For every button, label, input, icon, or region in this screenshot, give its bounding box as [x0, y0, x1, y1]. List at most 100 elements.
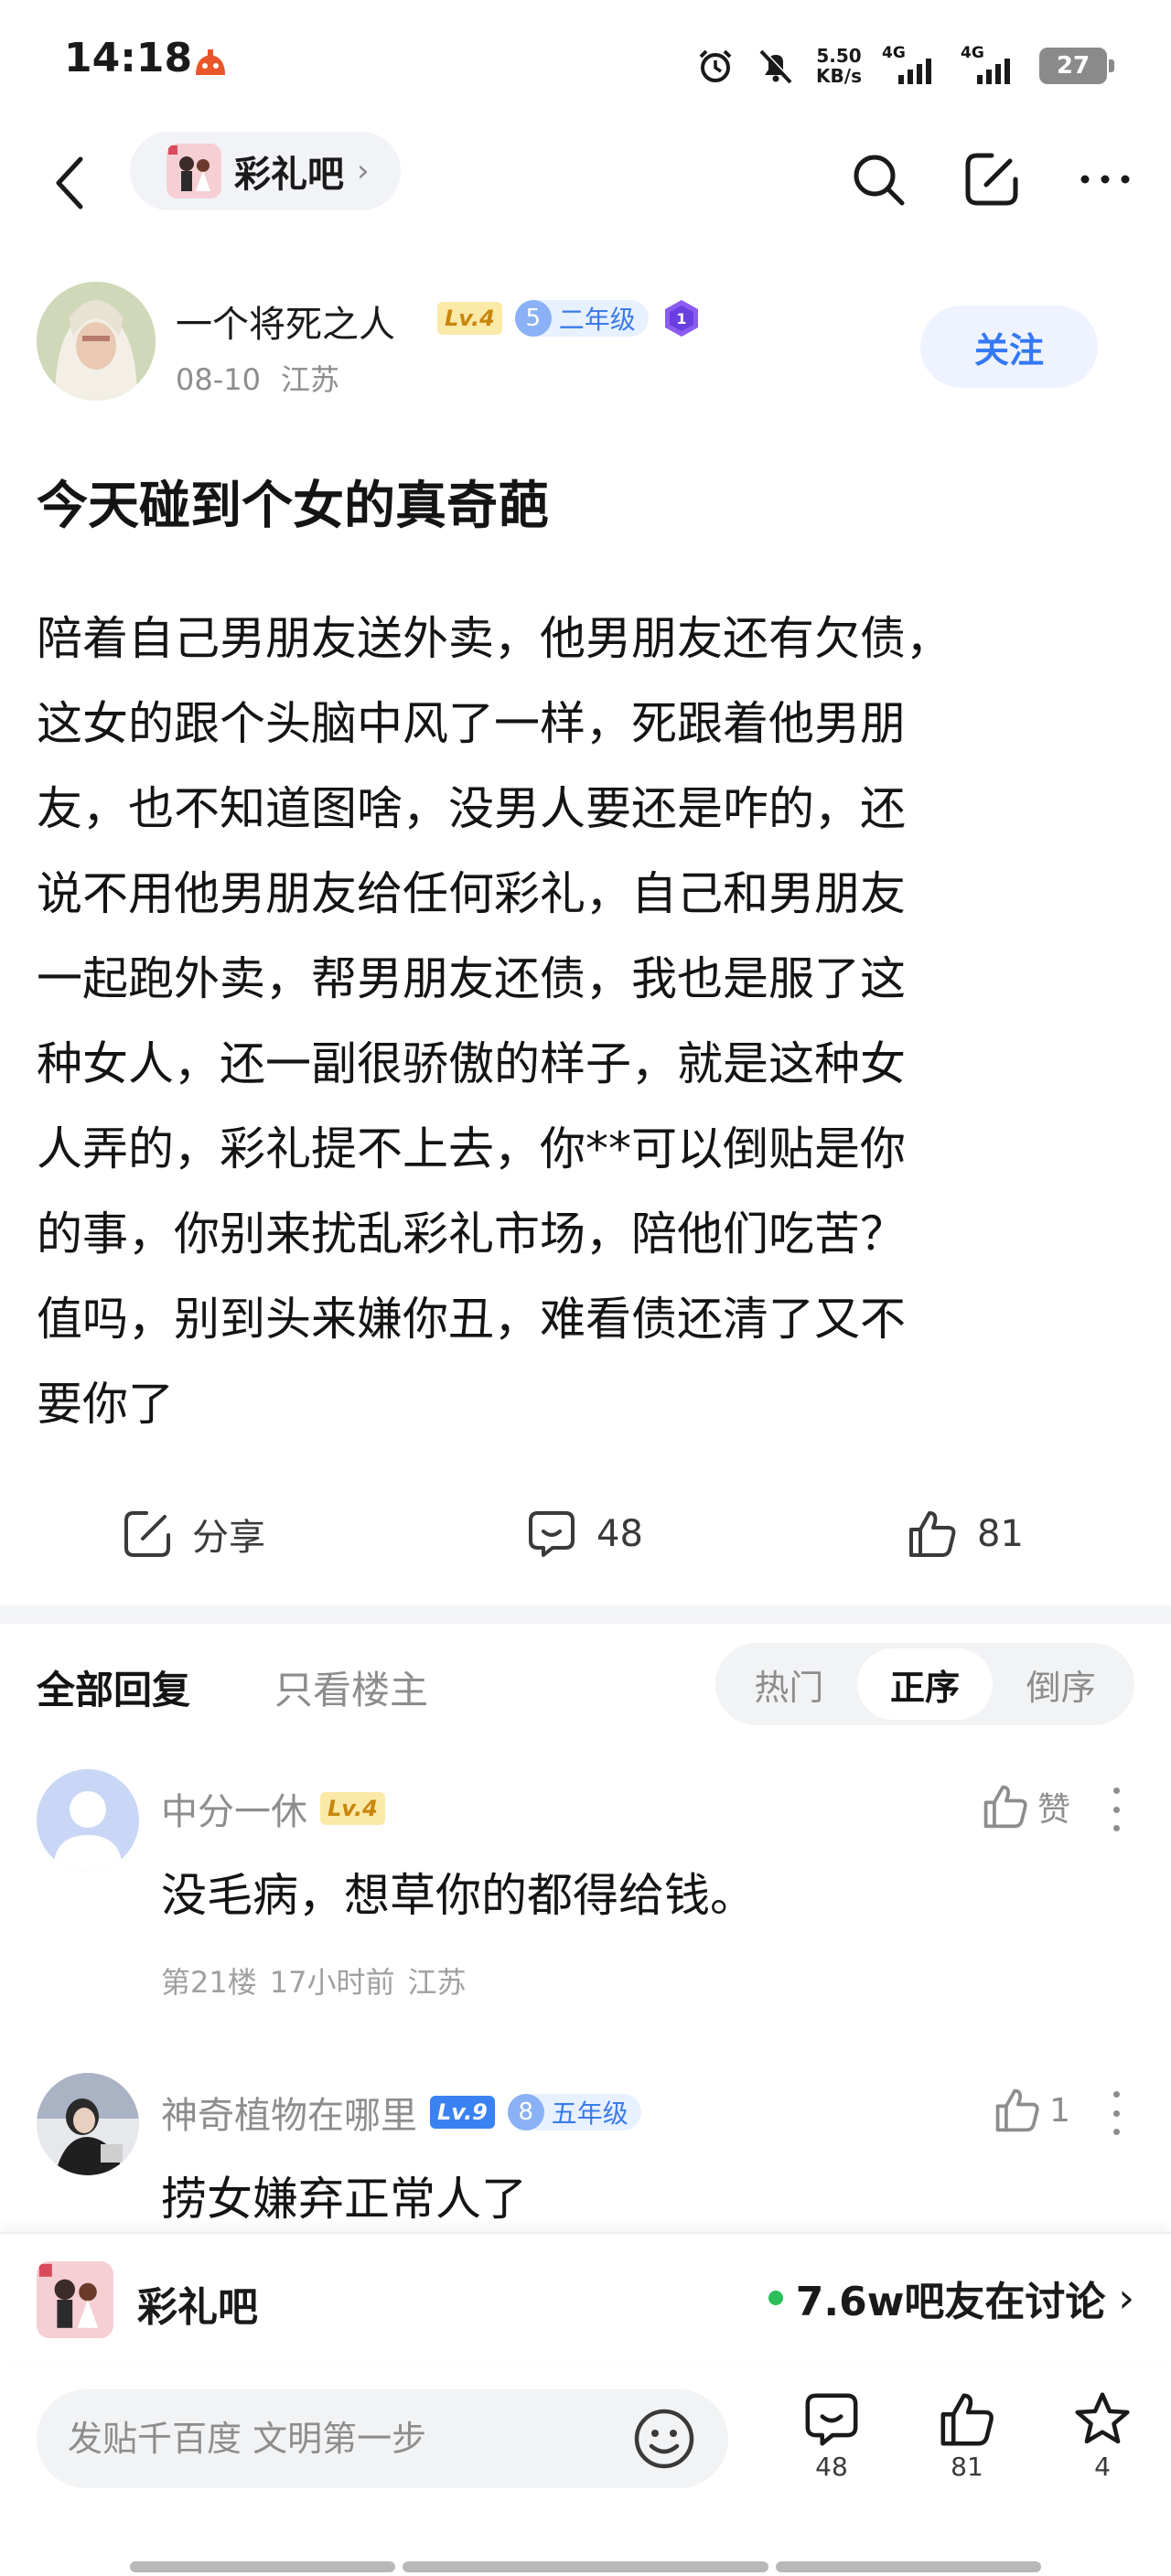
- more-button[interactable]: [1076, 150, 1134, 209]
- medal-icon: 1: [664, 300, 698, 337]
- post-title: 今天碰到个女的真奇葩: [37, 477, 549, 536]
- avatar[interactable]: [37, 2073, 139, 2175]
- author-avatar[interactable]: [37, 282, 156, 401]
- home-indicator: [403, 2561, 768, 2572]
- signal-icon-2: 4G: [961, 44, 1019, 84]
- forum-thumbnail: [37, 2261, 113, 2338]
- reply-tabs: 全部回复 只看楼主 热门 正序 倒序: [0, 1637, 1171, 1729]
- like-button[interactable]: 81: [906, 1493, 1024, 1575]
- comment-text: 捞女嫌弃正常人了: [161, 2173, 527, 2226]
- post-body: 陪着自己男朋友送外卖，他男朋友还有欠债， 这女的跟个头脑中风了一样，死跟着他男朋…: [37, 596, 1144, 1447]
- mute-icon: [759, 48, 793, 84]
- post-body-line: 陪着自己男朋友送外卖，他男朋友还有欠债，: [37, 612, 951, 665]
- comment-like-button[interactable]: 1: [993, 2086, 1070, 2135]
- thumbs-up-icon: [995, 2088, 1039, 2132]
- level-badge: Lv.9: [430, 2096, 495, 2129]
- level-badge: Lv.4: [320, 1792, 385, 1825]
- post-body-line: 的事，你别来扰乱彩礼市场，陪他们吃苦？: [37, 1208, 906, 1261]
- share-label: 分享: [192, 1517, 265, 1559]
- comment-icon: [529, 1511, 575, 1557]
- post-location: 江苏: [280, 362, 339, 397]
- online-dot-icon: [768, 2291, 783, 2305]
- post-body-line: 种女人，还一副很骄傲的样子，就是这种女: [37, 1037, 906, 1090]
- comment-meta: 第21楼 17小时前 江苏: [161, 1965, 467, 2000]
- comment-button[interactable]: 48: [525, 1493, 643, 1575]
- nav-bar: 彩礼吧 ›: [0, 128, 1171, 238]
- bottom-like-button[interactable]: 81: [926, 2389, 1008, 2482]
- post-body-line: 友，也不知道图啥，没男人要还是咋的，还: [37, 782, 906, 835]
- author-header: 一个将死之人 Lv.4 5 二年级 1 08-10 江苏 关注: [37, 282, 1134, 406]
- thumbs-up-icon: [983, 1785, 1027, 1829]
- section-divider: [0, 1605, 1171, 1624]
- emoji-icon[interactable]: [631, 2406, 697, 2472]
- post-date: 08-10: [176, 362, 261, 397]
- battery-icon: 27: [1039, 48, 1114, 84]
- star-icon: [1075, 2392, 1130, 2444]
- like-count: 81: [977, 1513, 1024, 1555]
- grade-badge: 5 二年级: [514, 300, 649, 337]
- more-icon: [1080, 175, 1130, 184]
- sort-toggle: 热门 正序 倒序: [715, 1643, 1134, 1725]
- comment-author[interactable]: 神奇植物在哪里 Lv.9 8 五年级: [161, 2086, 641, 2139]
- post-body-line: 这女的跟个头脑中风了一样，死跟着他男朋: [37, 697, 906, 750]
- reply-input-box[interactable]: [37, 2389, 728, 2488]
- sort-hot[interactable]: 热门: [721, 1648, 857, 1720]
- share-button[interactable]: 分享: [121, 1493, 265, 1575]
- avatar[interactable]: [37, 1769, 139, 1872]
- post-body-line: 要你了: [37, 1378, 174, 1431]
- comment-item: 中分一休 Lv.4 赞 没毛病，想草你的都得给钱。 第21楼 17小时前 江苏: [0, 1769, 1171, 2016]
- follow-button[interactable]: 关注: [920, 306, 1098, 388]
- level-badge: Lv.4: [437, 302, 502, 335]
- author-meta: 08-10 江苏: [176, 357, 360, 399]
- author-name[interactable]: 一个将死之人: [176, 295, 395, 348]
- status-icons: 5.50 KB/s 4G 4G 27: [695, 40, 1114, 91]
- edit-icon: [965, 153, 1018, 206]
- comment-like-button[interactable]: 赞: [981, 1782, 1070, 1831]
- chevron-right-icon: ›: [357, 153, 370, 189]
- tab-host-only[interactable]: 只看楼主: [274, 1659, 428, 1715]
- alarm-icon: [699, 49, 732, 82]
- forum-strip[interactable]: 彩礼吧 7.6w吧友在讨论 ›: [0, 2232, 1171, 2360]
- comment-icon: [805, 2393, 858, 2446]
- comment-text: 没毛病，想草你的都得给钱。: [161, 1869, 756, 1922]
- forum-strip-name: 彩礼吧: [137, 2284, 258, 2331]
- comment-more-icon[interactable]: [1107, 1782, 1125, 1837]
- app-notification-icon: [196, 49, 225, 75]
- bottom-bar: 48 81 4: [0, 2362, 1171, 2576]
- forum-online-count: 7.6w吧友在讨论 ›: [768, 2269, 1134, 2327]
- post-actions: 分享 48 81: [0, 1493, 1171, 1575]
- signal-icon: 4G: [882, 44, 940, 84]
- status-bar: 14:18 5.50 KB/s 4G 4G 27: [0, 0, 1171, 128]
- comment-item: 神奇植物在哪里 Lv.9 8 五年级 1 捞女嫌弃正常人了: [0, 2073, 1171, 2232]
- grade-badge: 8 五年级: [507, 2094, 641, 2131]
- post-body-line: 人弄的，彩礼提不上去，你**可以倒贴是你: [37, 1122, 906, 1175]
- forum-pill[interactable]: 彩礼吧 ›: [130, 132, 401, 210]
- search-button[interactable]: [849, 150, 908, 209]
- bottom-favorite-button[interactable]: 4: [1061, 2389, 1144, 2482]
- author-badges: Lv.4 5 二年级 1: [437, 298, 702, 338]
- back-button[interactable]: [42, 137, 97, 229]
- thumbs-up-icon: [909, 1511, 956, 1557]
- comment-author[interactable]: 中分一休 Lv.4: [161, 1782, 385, 1835]
- home-indicator: [130, 2561, 395, 2572]
- post-body-line: 说不用他男朋友给任何彩礼，自己和男朋友: [37, 867, 906, 920]
- comment-more-icon[interactable]: [1107, 2086, 1125, 2141]
- sort-ascending[interactable]: 正序: [856, 1648, 994, 1720]
- search-icon: [854, 155, 905, 206]
- sort-descending[interactable]: 倒序: [993, 1648, 1129, 1720]
- home-indicator: [776, 2561, 1041, 2572]
- post-body-line: 值吗，别到头来嫌你丑，难看债还清了又不: [37, 1293, 906, 1346]
- svg-text:1: 1: [676, 310, 686, 327]
- net-speed: 5.50 KB/s: [816, 45, 862, 87]
- reply-input[interactable]: [68, 2419, 631, 2459]
- chevron-right-icon: ›: [1118, 2274, 1134, 2322]
- comment-count: 48: [596, 1513, 643, 1555]
- post-body-line: 一起跑外卖，帮男朋友还债，我也是服了这: [37, 952, 906, 1005]
- forum-thumbnail: [167, 144, 221, 199]
- status-time: 14:18: [64, 35, 193, 81]
- back-icon: [56, 156, 83, 209]
- edit-button[interactable]: [962, 150, 1021, 209]
- tab-all-replies[interactable]: 全部回复: [37, 1659, 190, 1715]
- bottom-comment-button[interactable]: 48: [790, 2389, 873, 2482]
- forum-name: 彩礼吧: [234, 154, 344, 196]
